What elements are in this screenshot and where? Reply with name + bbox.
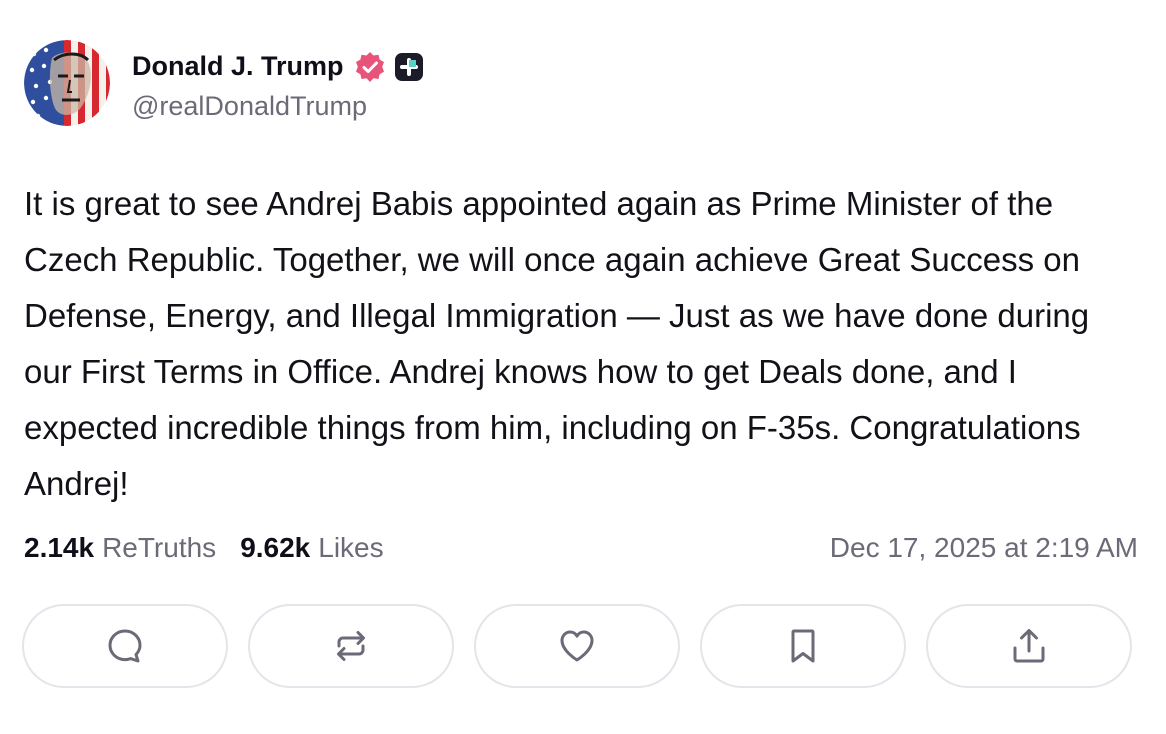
- action-bar: [22, 604, 1132, 688]
- retruths-label[interactable]: ReTruths: [102, 532, 216, 564]
- post-text: It is great to see Andrej Babis appointe…: [24, 185, 1090, 502]
- retruths-count[interactable]: 2.14k: [24, 532, 94, 564]
- name-row: Donald J. Trump: [132, 45, 424, 89]
- avatar-image: [24, 40, 110, 126]
- post-header: Donald J. Trump @realDonaldTrump: [24, 40, 424, 126]
- share-button[interactable]: [926, 604, 1132, 688]
- bookmark-button[interactable]: [700, 604, 906, 688]
- verified-badge-icon: [355, 51, 384, 82]
- author-names: Donald J. Trump @realDonaldTrump: [132, 45, 424, 122]
- display-name[interactable]: Donald J. Trump: [132, 51, 344, 82]
- likes-count[interactable]: 9.62k: [240, 532, 310, 564]
- timestamp: Dec 17, 2025 at 2:19 AM: [829, 532, 1138, 563]
- comment-icon: [108, 629, 142, 663]
- post-stats: 2.14k ReTruths 9.62k Likes: [24, 532, 384, 564]
- plus-badge-icon: [394, 52, 423, 81]
- likes-label[interactable]: Likes: [318, 532, 383, 564]
- share-icon: [1013, 629, 1045, 663]
- bookmark-icon: [791, 629, 815, 663]
- handle[interactable]: @realDonaldTrump: [132, 91, 424, 122]
- heart-icon: [560, 630, 594, 662]
- reply-button[interactable]: [22, 604, 228, 688]
- retruth-button[interactable]: [248, 604, 454, 688]
- repost-icon: [337, 631, 365, 661]
- avatar[interactable]: [24, 40, 110, 126]
- like-button[interactable]: [474, 604, 680, 688]
